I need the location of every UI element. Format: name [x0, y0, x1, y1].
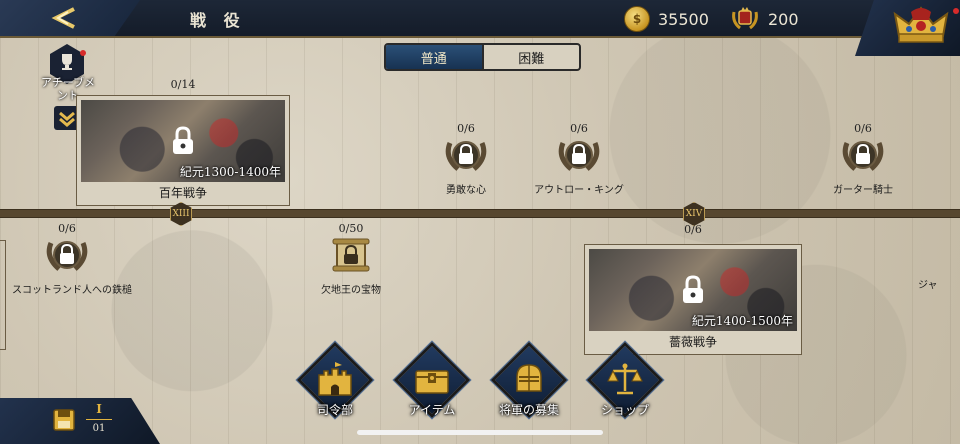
- nav-shop-button[interactable]: ショップ: [585, 340, 665, 420]
- stage-name: ガーター騎士: [833, 185, 893, 196]
- lock-icon: [173, 126, 193, 154]
- nav-headquarters-button[interactable]: 司令部: [295, 340, 375, 420]
- page-total: 01: [92, 423, 106, 434]
- scales-icon: [607, 363, 643, 395]
- nav-label: アイテム: [408, 403, 456, 417]
- page-current: I: [96, 402, 102, 416]
- back-button[interactable]: [0, 0, 140, 36]
- page-title: 戦 役: [190, 11, 246, 30]
- era-illustration: 紀元1300-1400年: [81, 100, 285, 182]
- nav-recruit-button[interactable]: 将軍の募集: [489, 340, 569, 420]
- stage-name: 欠地王の宝物: [321, 285, 381, 296]
- save-slot-panel[interactable]: I 01: [0, 398, 160, 444]
- nav-items-button[interactable]: アイテム: [392, 340, 472, 420]
- stage-node-partial[interactable]: ジャ: [918, 240, 960, 291]
- era-illustration: 紀元1400-1500年: [589, 249, 797, 331]
- stage-count: 0/6: [854, 122, 872, 135]
- trophy-icon: [62, 54, 72, 70]
- top-bar: 戦 役 $ 35500 200: [0, 0, 960, 38]
- era-card-wars-of-the-roses[interactable]: 紀元1400-1500年 薔薇戦争: [584, 244, 802, 355]
- laurel-lock-icon: [445, 141, 487, 171]
- era-card-hundred-years-war[interactable]: 紀元1300-1400年 百年戦争: [76, 95, 290, 206]
- gold-amount: 35500: [658, 9, 709, 29]
- achievements-notification-dot: [80, 50, 86, 56]
- stage-node[interactable]: 0/6 勇敢な心: [411, 122, 521, 196]
- gold-coin-icon: $: [624, 6, 650, 32]
- stage-node[interactable]: 0/6 スコットランド人への鉄槌: [12, 222, 132, 296]
- home-indicator[interactable]: [357, 430, 603, 435]
- page-divider: [86, 419, 112, 420]
- stage-node[interactable]: 0/6 ガーター騎士: [808, 122, 918, 196]
- back-arrow-icon: [51, 7, 75, 29]
- stage-name: アウトロー・キング: [534, 185, 624, 196]
- stage-count: 0/50: [338, 222, 364, 235]
- era-name: 百年戦争: [158, 186, 207, 200]
- difficulty-hard-tab[interactable]: 困難: [484, 45, 580, 69]
- stage-count: 0/6: [570, 122, 588, 135]
- laurel-lock-icon: [558, 141, 600, 171]
- nav-label: ショップ: [600, 403, 649, 417]
- laurel-lock-icon: [842, 141, 884, 171]
- stage-name: ジャ: [918, 280, 938, 291]
- save-icon: [53, 409, 75, 431]
- nav-label: 将軍の募集: [498, 403, 559, 417]
- era-period: 紀元1400-1500年: [691, 314, 793, 328]
- stage-name: スコットランド人への鉄槌: [12, 285, 132, 296]
- timeline-bar: [0, 209, 960, 218]
- helmet-icon: [516, 364, 542, 392]
- laurel-badge-icon: [732, 7, 758, 30]
- laurel-amount: 200: [768, 9, 799, 29]
- castle-icon: [318, 362, 352, 396]
- nav-label: 司令部: [316, 403, 353, 417]
- crown-icon: [893, 6, 949, 43]
- stage-node[interactable]: 0/6 アウトロー・キング: [524, 122, 634, 196]
- lock-icon: [683, 275, 703, 303]
- notification-dot: [953, 8, 959, 14]
- difficulty-toggle: 普通 困難: [384, 43, 581, 71]
- stage-node[interactable]: 0/50 欠地王の宝物: [296, 222, 406, 296]
- gold-counter: $ 35500: [624, 6, 709, 32]
- laurel-lock-icon: [46, 241, 88, 271]
- era-count: 0/14: [170, 78, 196, 91]
- chest-icon: [415, 370, 449, 394]
- difficulty-normal-tab[interactable]: 普通: [386, 45, 484, 69]
- stage-count: 0/6: [58, 222, 76, 235]
- laurel-counter: 200: [730, 6, 799, 32]
- stage-name: 勇敢な心: [446, 185, 486, 196]
- era-count: 0/6: [684, 223, 702, 236]
- era-card-partial[interactable]: [0, 240, 6, 350]
- scroll-lock-icon: [332, 238, 370, 272]
- stage-count: 0/6: [457, 122, 475, 135]
- era-period: 紀元1300-1400年: [179, 165, 281, 179]
